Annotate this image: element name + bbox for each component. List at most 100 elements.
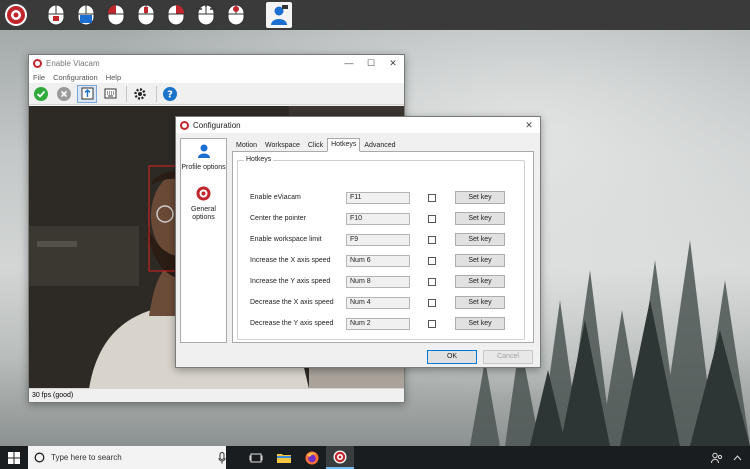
hotkey-field[interactable]: F9 — [346, 233, 410, 246]
tab-hotkeys[interactable]: Hotkeys — [327, 138, 361, 152]
enable-button[interactable] — [31, 85, 51, 103]
firefox-icon — [305, 451, 319, 464]
hotkey-enable-checkbox[interactable] — [428, 235, 436, 244]
hotkey-enable-checkbox[interactable] — [428, 319, 436, 328]
keyboard-icon — [104, 88, 116, 99]
config-titlebar[interactable]: Configuration ✕ — [176, 117, 540, 133]
settings-button[interactable] — [130, 85, 150, 103]
status-bar: 30 fps (good) — [29, 388, 404, 402]
hotkey-field[interactable]: Num 2 — [346, 317, 410, 330]
menu-help[interactable]: Help — [106, 73, 121, 82]
table-row: Increase the X axis speed Num 6 Set key — [250, 254, 520, 267]
search-icon — [34, 452, 45, 463]
menu-file[interactable]: File — [33, 73, 45, 82]
set-key-button[interactable]: Set key — [455, 233, 505, 246]
help-button[interactable]: ? — [160, 85, 180, 103]
cancel-button[interactable]: Cancel — [483, 350, 533, 364]
mouse-double-click-icon — [196, 4, 216, 26]
hotkey-enable-checkbox[interactable] — [428, 193, 436, 202]
table-row: Enable eViacam F11 Set key — [250, 191, 520, 204]
chevron-up-icon[interactable] — [733, 454, 742, 461]
user-icon — [271, 5, 288, 25]
start-button[interactable] — [0, 446, 28, 469]
hotkey-enable-checkbox[interactable] — [428, 256, 436, 265]
file-explorer-button[interactable] — [270, 446, 298, 469]
people-icon[interactable] — [711, 452, 723, 464]
table-row: Increase the Y axis speed Num 8 Set key — [250, 275, 520, 288]
set-key-button[interactable]: Set key — [455, 212, 505, 225]
hotkey-field[interactable]: Num 6 — [346, 254, 410, 267]
hotkey-label: Enable workspace limit — [250, 236, 322, 243]
profile-button[interactable] — [266, 2, 292, 28]
table-row: Decrease the Y axis speed Num 2 Set key — [250, 317, 520, 330]
hotkey-label: Enable eViacam — [250, 194, 301, 201]
tab-workspace[interactable]: Workspace — [261, 139, 304, 151]
table-row: Enable workspace limit F9 Set key — [250, 233, 520, 246]
sidebar-item-label: Profile options — [181, 164, 226, 171]
click-toolbar — [0, 0, 750, 30]
set-key-button[interactable]: Set key — [455, 254, 505, 267]
hotkey-label: Increase the X axis speed — [250, 257, 331, 264]
search-input[interactable]: Type here to search — [51, 453, 218, 462]
menu-configuration[interactable]: Configuration — [53, 73, 98, 82]
hotkey-field[interactable]: Num 4 — [346, 296, 410, 309]
system-tray — [711, 452, 750, 464]
mouse-left-click-icon — [107, 4, 125, 26]
middle-click-button[interactable] — [132, 2, 160, 28]
hotkeys-group: Hotkeys Enable eViacam F11 Set key Cente… — [237, 156, 525, 340]
folder-icon — [277, 453, 291, 463]
ok-button[interactable]: OK — [427, 350, 477, 364]
eviacam-taskbar-button[interactable] — [326, 446, 354, 469]
set-key-button[interactable]: Set key — [455, 191, 505, 204]
eviacam-small-icon — [33, 58, 42, 68]
minimize-icon[interactable]: — — [338, 58, 360, 69]
microphone-icon[interactable] — [218, 451, 226, 464]
sidebar-item-profile-options[interactable]: Profile options — [181, 143, 226, 172]
hotkey-enable-checkbox[interactable] — [428, 214, 436, 223]
workspace-icon — [81, 87, 93, 100]
close-icon[interactable]: ✕ — [518, 120, 540, 131]
close-icon[interactable]: ✕ — [382, 58, 404, 69]
rest-click-button[interactable] — [42, 2, 70, 28]
user-icon — [197, 144, 210, 158]
drag-click-button[interactable] — [72, 2, 100, 28]
hotkey-enable-checkbox[interactable] — [428, 277, 436, 286]
hotkey-label: Decrease the X axis speed — [250, 299, 334, 306]
taskbar-search[interactable]: Type here to search — [28, 446, 226, 469]
set-key-button[interactable]: Set key — [455, 275, 505, 288]
tab-click[interactable]: Click — [304, 139, 327, 151]
sidebar-item-general-options[interactable]: General options — [181, 186, 226, 222]
double-click-button[interactable] — [192, 2, 220, 28]
task-view-button[interactable] — [242, 446, 270, 469]
keyboard-button[interactable] — [100, 85, 120, 103]
hotkey-field[interactable]: F10 — [346, 212, 410, 225]
set-key-button[interactable]: Set key — [455, 296, 505, 309]
eviacam-logo-button[interactable] — [2, 2, 30, 28]
sidebar-item-label: General options — [191, 206, 216, 221]
main-toolbar: ? — [29, 83, 404, 105]
maximize-icon[interactable]: ☐ — [360, 58, 382, 69]
hotkeys-panel: Hotkeys Enable eViacam F11 Set key Cente… — [232, 151, 534, 343]
hotkey-field[interactable]: Num 8 — [346, 275, 410, 288]
left-click-button[interactable] — [102, 2, 130, 28]
tab-advanced[interactable]: Advanced — [360, 139, 399, 151]
hotkey-label: Center the pointer — [250, 215, 307, 222]
options-sidebar: Profile options General options — [180, 138, 227, 343]
disable-button[interactable] — [54, 85, 74, 103]
eviacam-icon — [196, 186, 211, 201]
set-key-button[interactable]: Set key — [455, 317, 505, 330]
workspace-button[interactable] — [77, 84, 97, 103]
main-titlebar[interactable]: Enable Viacam — ☐ ✕ — [29, 55, 404, 71]
mouse-right-click-icon — [167, 4, 185, 26]
right-click-button[interactable] — [162, 2, 190, 28]
windows-icon — [8, 451, 20, 464]
hotkey-enable-checkbox[interactable] — [428, 298, 436, 307]
firefox-button[interactable] — [298, 446, 326, 469]
menu-bar: File Configuration Help — [29, 71, 404, 83]
mouse-scroll-icon — [227, 4, 245, 26]
scroll-click-button[interactable] — [222, 2, 250, 28]
table-row: Decrease the X axis speed Num 4 Set key — [250, 296, 520, 309]
hotkey-field[interactable]: F11 — [346, 191, 410, 204]
tab-motion[interactable]: Motion — [232, 139, 261, 151]
svg-text:?: ? — [167, 89, 173, 100]
